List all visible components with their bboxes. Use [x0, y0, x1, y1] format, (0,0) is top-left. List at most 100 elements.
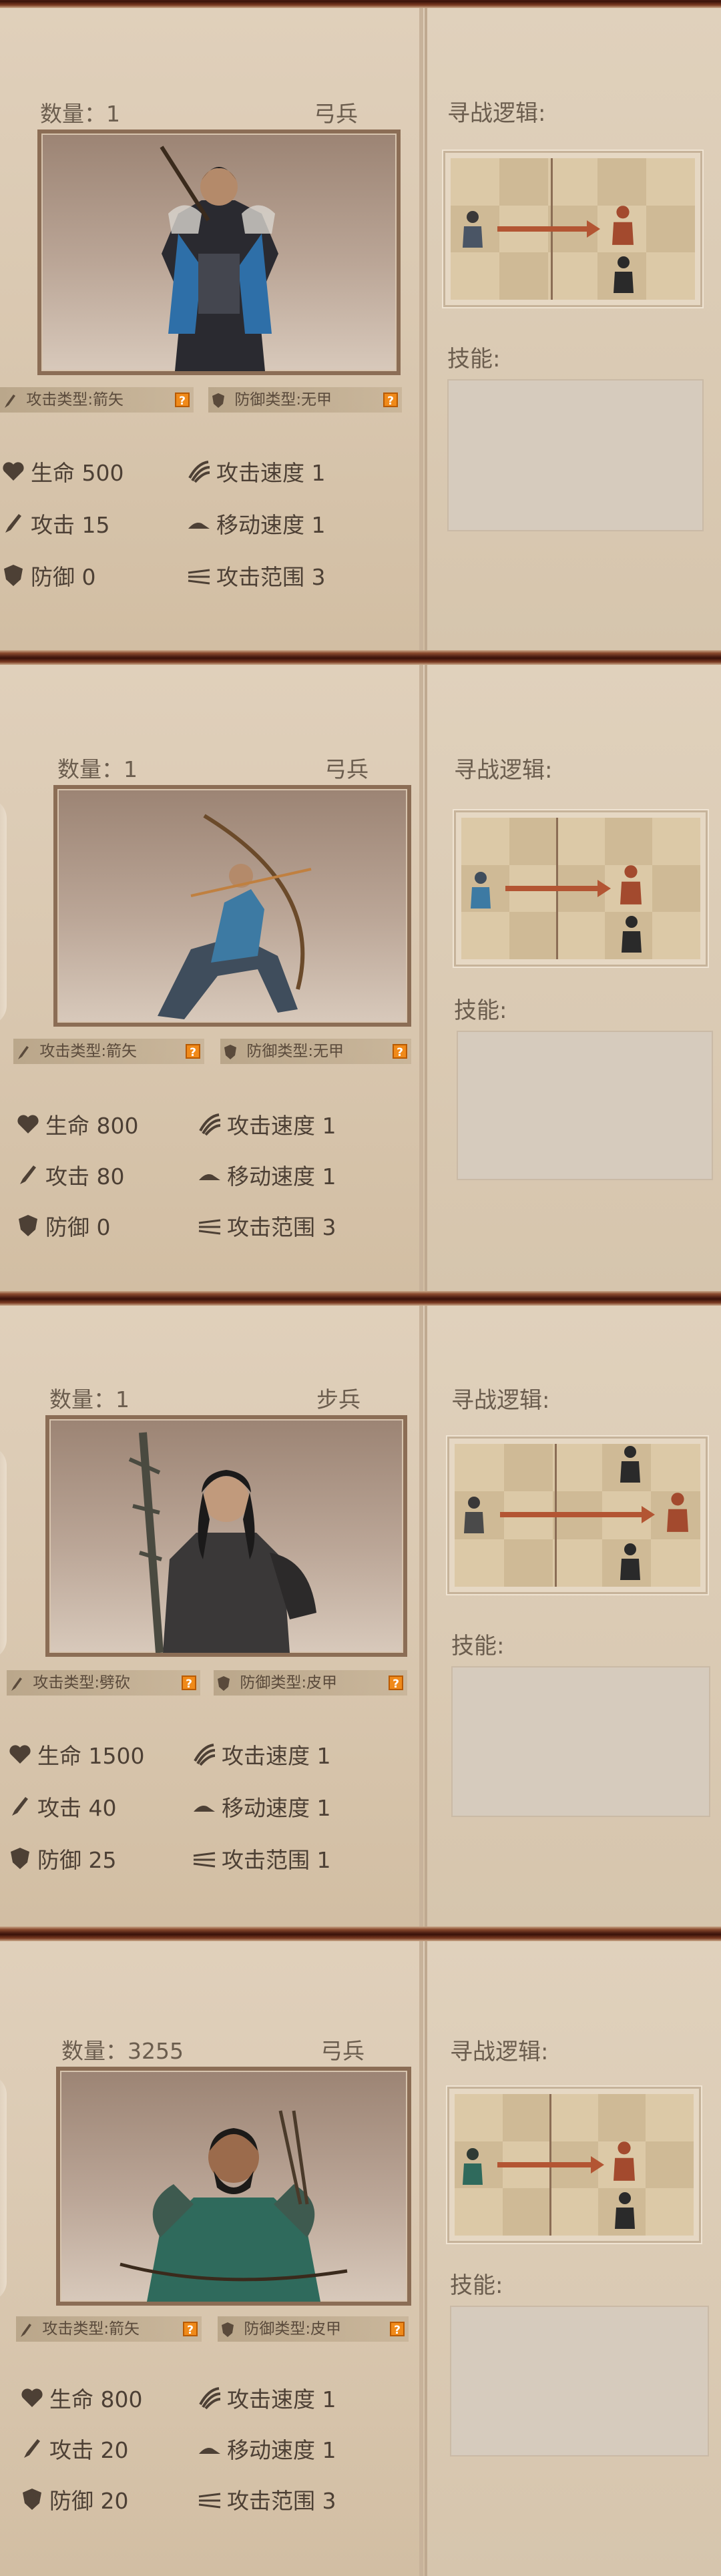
enemy-target-icon	[660, 1491, 695, 1533]
stat-move-speed: 移动速度 1	[196, 2432, 336, 2465]
attack-speed-value: 攻击速度 1	[227, 2386, 336, 2412]
unit-portrait[interactable]	[37, 130, 401, 375]
search-logic-board	[443, 151, 702, 307]
unit-count: 数量：1	[40, 101, 120, 127]
horse-archer-portrait-image	[158, 814, 312, 1019]
question-icon[interactable]: ?	[390, 2322, 405, 2337]
hp-value: 生命 1500	[37, 1743, 145, 1769]
ally-soldier-icon	[465, 870, 496, 910]
stat-move-speed: 移动速度 1	[196, 1159, 336, 1191]
claw-icon	[199, 2387, 221, 2410]
skills-label: 技能:	[451, 1633, 505, 1659]
search-logic-label: 寻战逻辑:	[450, 2039, 549, 2065]
unit-card-2: 数量：1 弓兵 攻击类型:箭矢 ? 防御类型:无甲 ? 生命 800 攻击 80…	[0, 665, 721, 1291]
question-icon[interactable]: ?	[186, 1044, 200, 1059]
unit-portrait[interactable]	[45, 1415, 407, 1657]
claw-icon	[194, 1744, 216, 1766]
question-icon[interactable]: ?	[383, 393, 398, 408]
side-decoration	[0, 1446, 7, 1659]
ally-soldier-icon	[459, 1495, 489, 1535]
shield-icon	[4, 565, 23, 586]
sword-icon	[5, 394, 15, 408]
question-icon[interactable]: ?	[389, 1676, 403, 1691]
move-speed-value: 移动速度 1	[227, 1164, 336, 1190]
defense-value: 防御 0	[45, 1214, 111, 1240]
frame-divider	[0, 1291, 721, 1306]
enemy-soldier-icon	[615, 1541, 646, 1581]
attack-type-label: 攻击类型:箭矢	[26, 391, 124, 409]
stat-hp: 生命 800	[19, 2382, 142, 2414]
unit-info-panel: 数量：1 弓兵 攻击类型:箭矢 ? 防御类型:无甲 ? 生命 500 攻击 15…	[0, 8, 423, 650]
range-icon	[198, 2493, 221, 2509]
stat-attack-speed: 攻击速度 1	[196, 1108, 336, 1140]
enemy-soldier-icon	[608, 254, 639, 294]
skills-box	[447, 379, 704, 531]
shield-icon	[218, 1676, 230, 1691]
search-logic-label: 寻战逻辑:	[447, 100, 546, 127]
ally-soldier-icon	[457, 209, 488, 249]
attack-range-value: 攻击范围 1	[222, 1847, 331, 1873]
battle-logic-panel: 寻战逻辑: 技能:	[425, 1306, 721, 1926]
unit-card-4: 数量：3255 弓兵 攻击类型:箭矢 ? 防御类型:皮甲 ? 生命 800 攻击…	[0, 1941, 721, 2576]
question-icon[interactable]: ?	[183, 2322, 198, 2337]
unit-count: 数量：3255	[61, 2038, 184, 2064]
attack-speed-value: 攻击速度 1	[227, 1113, 336, 1139]
defense-type-tag: 防御类型:皮甲 ?	[218, 2316, 409, 2342]
stat-defense: 防御 25	[7, 1842, 116, 1874]
defense-value: 防御 0	[31, 564, 96, 590]
attack-value: 攻击 20	[49, 2437, 129, 2463]
unit-portrait[interactable]	[53, 785, 411, 1027]
attack-type-label: 攻击类型:箭矢	[42, 2320, 140, 2338]
defense-type-label: 防御类型:无甲	[234, 391, 332, 409]
battle-logic-panel: 寻战逻辑: 技能:	[425, 8, 721, 650]
defense-value: 防御 25	[37, 1847, 117, 1873]
skills-box	[451, 1666, 710, 1817]
sword-icon	[20, 1166, 36, 1184]
sword-icon	[18, 1045, 29, 1059]
archer-portrait-image	[119, 2110, 348, 2302]
unit-count: 数量：1	[57, 756, 138, 782]
enemy-target-icon	[606, 204, 640, 246]
attack-speed-value: 攻击速度 1	[216, 460, 326, 486]
unit-portrait[interactable]	[56, 2067, 411, 2306]
battle-logic-panel: 寻战逻辑: 技能:	[425, 665, 721, 1291]
skills-label: 技能:	[450, 2272, 503, 2299]
stat-attack-range: 攻击范围 3	[196, 2483, 336, 2515]
stat-move-speed: 移动速度 1	[191, 1790, 331, 1822]
frame-divider	[0, 1926, 721, 1941]
enemy-target-icon	[614, 863, 648, 906]
frame-top	[0, 0, 721, 8]
question-icon[interactable]: ?	[175, 393, 190, 408]
search-logic-board	[454, 810, 708, 967]
ally-soldier-icon	[457, 2146, 488, 2186]
attack-direction-arrow	[497, 220, 600, 238]
attack-direction-arrow	[497, 2156, 604, 2173]
frame-divider	[0, 650, 721, 665]
range-icon	[193, 1852, 216, 1868]
unit-info-panel: 数量：1 步兵 攻击类型:劈砍 ? 防御类型:皮甲 ? 生命 1500 攻击 4…	[0, 1306, 423, 1926]
enemy-target-icon	[607, 2139, 642, 2182]
defense-type-label: 防御类型:无甲	[246, 1043, 344, 1060]
defense-type-label: 防御类型:皮甲	[240, 1674, 338, 1692]
question-icon[interactable]: ?	[182, 1676, 196, 1691]
defense-type-label: 防御类型:皮甲	[244, 2320, 342, 2338]
question-icon[interactable]: ?	[393, 1044, 407, 1059]
shield-icon	[224, 1044, 236, 1059]
search-logic-label: 寻战逻辑:	[454, 757, 553, 784]
attack-range-value: 攻击范围 3	[216, 564, 326, 590]
sword-icon	[11, 1677, 22, 1691]
battle-logic-panel: 寻战逻辑: 技能:	[425, 1941, 721, 2576]
attack-type-label: 攻击类型:劈砍	[33, 1674, 131, 1692]
attack-type-tag: 攻击类型:劈砍 ?	[7, 1670, 200, 1696]
stat-attack-speed: 攻击速度 1	[196, 2382, 336, 2414]
move-speed-value: 移动速度 1	[227, 2437, 336, 2463]
sword-icon	[24, 2439, 40, 2458]
side-decoration	[0, 798, 7, 1025]
stat-attack: 攻击 15	[0, 507, 109, 539]
attack-value: 攻击 80	[45, 1164, 125, 1190]
range-icon	[198, 1219, 221, 1235]
defense-type-tag: 防御类型:无甲 ?	[208, 387, 402, 413]
search-logic-label: 寻战逻辑:	[451, 1387, 550, 1414]
boot-icon	[194, 1806, 215, 1812]
stat-hp: 生命 800	[15, 1108, 138, 1140]
